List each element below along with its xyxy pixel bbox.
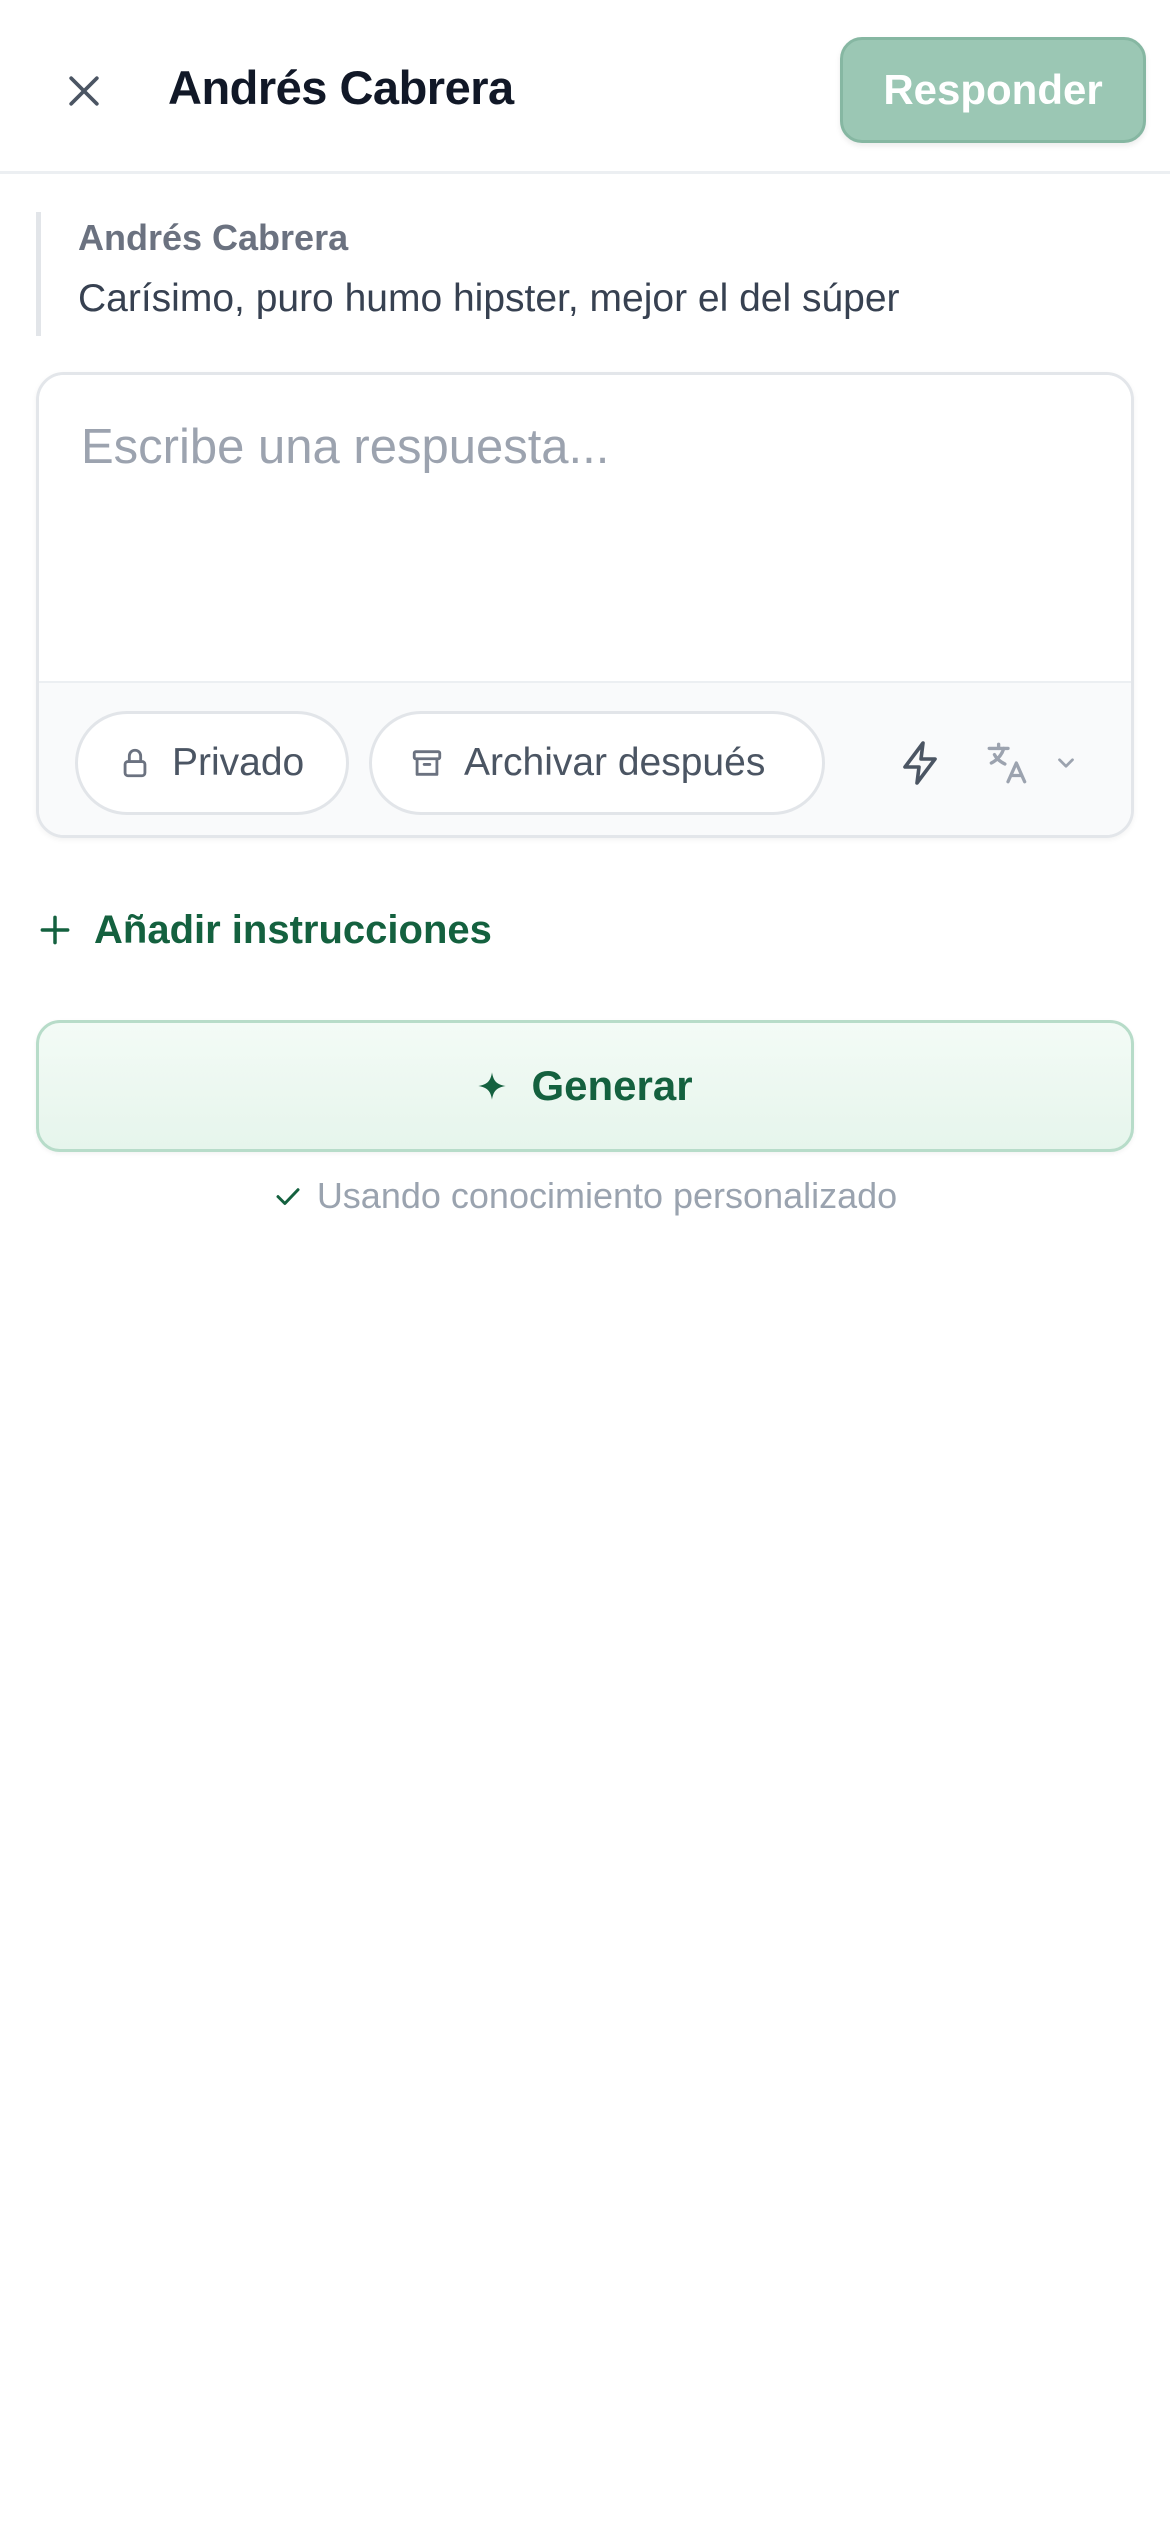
reply-button[interactable]: Responder <box>840 37 1146 143</box>
plus-icon <box>40 915 70 945</box>
knowledge-status: Usando conocimiento personalizado <box>0 1168 1170 1224</box>
knowledge-status-text: Usando conocimiento personalizado <box>316 1175 898 1216</box>
reply-input[interactable] <box>39 375 1131 681</box>
chevron-down-icon <box>1058 758 1074 768</box>
quoted-author: Andrés Cabrera <box>78 217 349 258</box>
reply-screen: Andrés Cabrera Responder Andrés Cabrera … <box>0 0 1170 2532</box>
check-icon <box>276 1188 300 1205</box>
generate-label: Generar <box>531 1062 693 1109</box>
quick-replies-button[interactable] <box>891 733 951 793</box>
quoted-message: Andrés Cabrera Carísimo, puro humo hipst… <box>36 212 1134 336</box>
translate-icon <box>987 742 1027 784</box>
archive-after-toggle[interactable]: Archivar después <box>369 711 825 815</box>
private-toggle[interactable]: Privado <box>75 711 349 815</box>
lock-icon <box>123 748 147 778</box>
close-button[interactable] <box>54 61 114 121</box>
add-instructions-button[interactable]: Añadir instrucciones <box>36 900 492 960</box>
add-instructions-label: Añadir instrucciones <box>94 907 492 952</box>
translate-dropdown[interactable] <box>983 731 1093 795</box>
sparkle-icon <box>478 1072 507 1100</box>
archive-label: Archivar después <box>464 741 766 784</box>
archive-icon <box>412 750 442 776</box>
page-title: Andrés Cabrera <box>168 61 514 114</box>
reply-composer: Privado Archivar después <box>36 372 1134 838</box>
composer-toolbar: Privado Archivar después <box>39 681 1131 835</box>
generate-button[interactable]: Generar <box>36 1020 1134 1152</box>
private-label: Privado <box>172 741 305 784</box>
bolt-icon <box>903 741 937 785</box>
header: Andrés Cabrera Responder <box>0 0 1170 174</box>
close-icon <box>69 76 99 106</box>
quoted-text: Carísimo, puro humo hipster, mejor el de… <box>78 277 900 320</box>
